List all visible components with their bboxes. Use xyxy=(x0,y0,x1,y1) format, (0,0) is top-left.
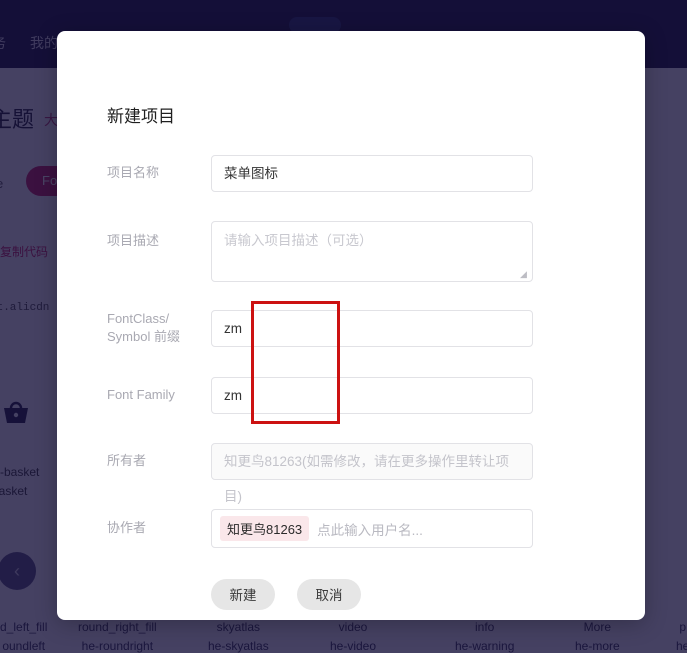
label-font-family: Font Family xyxy=(107,387,175,402)
project-description-textarea[interactable]: 请输入项目描述（可选） ◢ xyxy=(211,221,533,282)
label-font-class-prefix: FontClass/ Symbol 前缀 xyxy=(107,310,207,346)
collaborators-field[interactable]: 知更鸟81263 点此输入用户名... xyxy=(211,509,533,548)
label-project-description: 项目描述 xyxy=(107,233,160,248)
cancel-button[interactable]: 取消 xyxy=(297,579,361,610)
label-owner: 所有者 xyxy=(107,453,147,468)
collaborators-input-placeholder[interactable]: 点此输入用户名... xyxy=(317,519,423,539)
project-description-placeholder: 请输入项目描述（可选） xyxy=(224,233,373,248)
new-project-dialog: 新建项目 项目名称 菜单图标 项目描述 请输入项目描述（可选） ◢ FontCl… xyxy=(57,31,645,620)
label-project-name: 项目名称 xyxy=(107,165,160,180)
project-name-input[interactable]: 菜单图标 xyxy=(211,155,533,192)
dialog-title: 新建项目 xyxy=(107,107,175,126)
resize-grip-icon[interactable]: ◢ xyxy=(520,270,529,279)
font-class-prefix-input[interactable]: zm xyxy=(211,310,533,347)
label-font-class-prefix-line1: FontClass/ xyxy=(107,311,170,326)
label-collaborators: 协作者 xyxy=(107,520,147,535)
collaborator-tag[interactable]: 知更鸟81263 xyxy=(220,516,310,541)
font-family-input[interactable]: zm xyxy=(211,377,533,414)
owner-input: 知更鸟81263(如需修改，请在更多操作里转让项目) xyxy=(211,443,533,504)
label-font-class-prefix-line2: Symbol 前缀 xyxy=(107,329,180,344)
create-button[interactable]: 新建 xyxy=(211,579,275,610)
